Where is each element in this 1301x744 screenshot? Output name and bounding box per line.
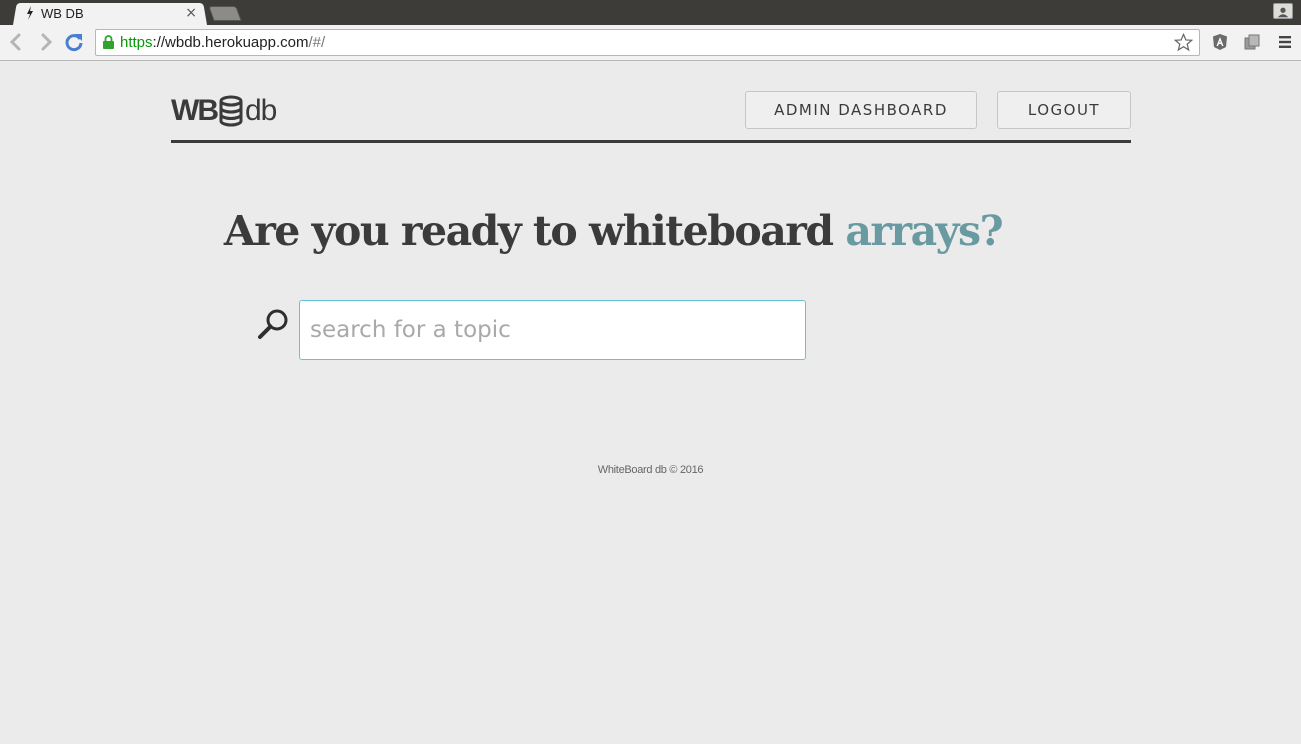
database-icon (219, 95, 243, 127)
logo-wb-text: WB (171, 94, 219, 127)
logo-db-text: db (244, 94, 277, 127)
url-path: /#/ (308, 34, 326, 51)
hero-headline: Are you ready to whiteboard arrays? (0, 207, 1226, 255)
site-header: WB db ADMIN DASHBOARD LOGOUT (171, 91, 1131, 143)
tab-close-icon[interactable]: × (185, 5, 197, 21)
page-content: WB db ADMIN DASHBOARD LOGOUT Are you rea… (0, 62, 1301, 744)
bolt-icon (27, 6, 33, 20)
reload-button[interactable] (63, 31, 85, 53)
footer-text: WhiteBoard db © 2016 (597, 464, 704, 476)
url-host: ://wbdb.herokuapp.com (152, 34, 309, 51)
arrow-right-icon (41, 33, 53, 51)
browser-toolbar: https://wbdb.herokuapp.com/#/ (0, 25, 1301, 61)
headline-topic: arrays? (845, 207, 1003, 255)
hamburger-icon[interactable] (1276, 33, 1294, 51)
logout-button[interactable]: LOGOUT (997, 91, 1131, 129)
star-icon[interactable] (1174, 33, 1193, 52)
arrow-left-icon (9, 33, 21, 51)
pages-extension-icon[interactable] (1243, 33, 1261, 51)
angular-extension-icon[interactable] (1211, 33, 1229, 51)
magnifier-icon (258, 309, 288, 339)
lock-icon (103, 35, 114, 49)
logo[interactable]: WB db (171, 93, 277, 129)
back-button[interactable] (5, 31, 27, 53)
headline-text: Are you ready to whiteboard (223, 207, 846, 255)
user-icon (1277, 7, 1289, 18)
reload-icon (65, 34, 83, 52)
url-scheme: https (120, 34, 153, 51)
new-tab-button[interactable] (208, 6, 242, 21)
admin-dashboard-button[interactable]: ADMIN DASHBOARD (745, 91, 977, 129)
forward-button[interactable] (35, 31, 57, 53)
tab-title: WB DB (41, 6, 84, 21)
address-bar[interactable]: https://wbdb.herokuapp.com/#/ (95, 29, 1200, 56)
profile-button[interactable] (1273, 3, 1293, 19)
url-text: https://wbdb.herokuapp.com/#/ (120, 34, 325, 51)
active-tab[interactable]: WB DB × (13, 2, 207, 25)
search-input[interactable] (299, 300, 806, 360)
tab-strip: WB DB × (0, 0, 1301, 25)
